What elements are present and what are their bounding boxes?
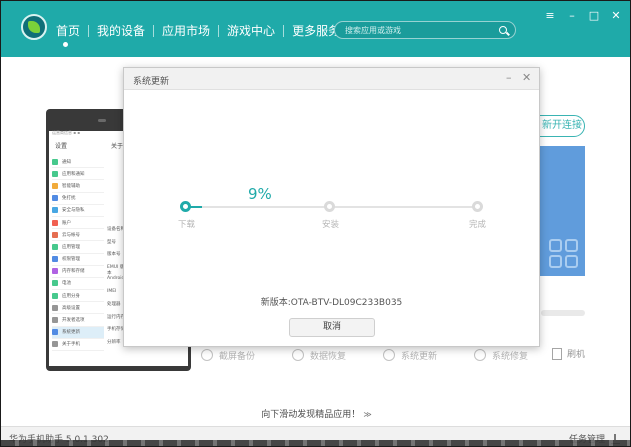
nav-game-center[interactable]: 游戏中心 [219, 22, 283, 39]
system-update-dialog: 系统更新 – ✕ 9% 下载 安装 完成 新版本:OTA-BTV-DL09C23… [123, 67, 540, 347]
search-icon[interactable] [499, 26, 507, 34]
step-finish-dot [472, 201, 483, 212]
hisuite-logo-icon [21, 14, 47, 40]
huawei-hisuite-window: 首页 我的设备 应用市场 游戏中心 更多服务 ≡ – □ ✕ 设置 关于手 通知… [0, 0, 631, 447]
top-bar: 首页 我的设备 应用市场 游戏中心 更多服务 ≡ – □ ✕ [1, 1, 630, 57]
step-download-label: 下载 [178, 220, 196, 230]
search-box [334, 21, 516, 39]
search-input[interactable] [335, 22, 485, 38]
nav-my-devices[interactable]: 我的设备 [89, 22, 153, 39]
window-controls: ≡ – □ ✕ [544, 9, 622, 22]
main-nav: 首页 我的设备 应用市场 游戏中心 更多服务 [56, 22, 348, 39]
step-install-label: 安装 [322, 220, 340, 230]
dialog-header: 系统更新 – ✕ [124, 68, 539, 90]
maximize-icon[interactable]: □ [588, 9, 600, 22]
menu-icon[interactable]: ≡ [544, 9, 556, 22]
nav-app-market[interactable]: 应用市场 [154, 22, 218, 39]
dialog-title: 系统更新 [133, 77, 170, 87]
dialog-close-icon[interactable]: ✕ [522, 71, 531, 84]
step-install-dot [324, 201, 335, 212]
step-download-dot [180, 201, 191, 212]
step-finish-label: 完成 [469, 220, 487, 230]
os-taskbar [1, 440, 630, 446]
new-version-text: 新版本:OTA-BTV-DL09C233B035 [260, 298, 403, 308]
close-icon[interactable]: ✕ [610, 9, 622, 22]
minimize-icon[interactable]: – [566, 9, 578, 22]
nav-home[interactable]: 首页 [56, 22, 88, 39]
progress-percent: 9% [248, 185, 272, 203]
cancel-button[interactable]: 取消 [289, 318, 375, 337]
dialog-minimize-icon[interactable]: – [506, 71, 512, 84]
active-tab-indicator [63, 42, 68, 47]
